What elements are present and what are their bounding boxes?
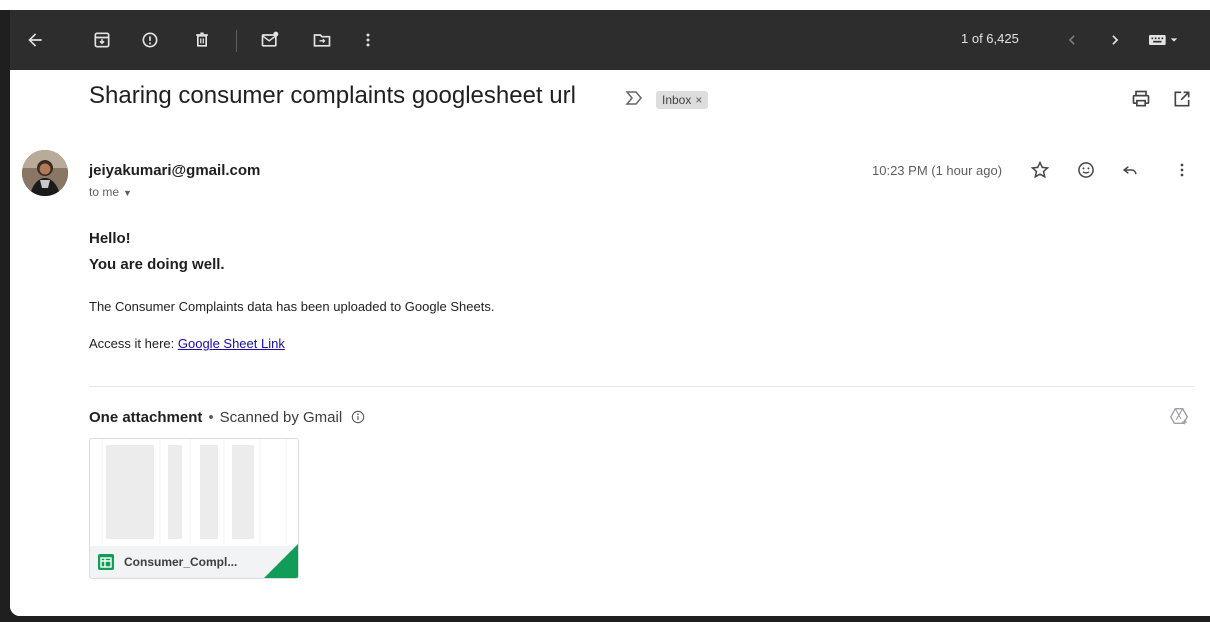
inbox-label-chip[interactable]: Inbox × (656, 91, 709, 109)
label-text: Inbox (662, 93, 692, 107)
access-prefix: Access it here: (89, 336, 178, 351)
delete-icon[interactable] (190, 28, 214, 52)
toolbar-divider (236, 30, 237, 52)
more-vert-icon[interactable] (356, 28, 380, 52)
scanned-label: Scanned by Gmail (219, 409, 343, 426)
caret-down-icon: ▼ (123, 188, 132, 198)
header-separator: • (208, 409, 214, 426)
message-counter: 1 of 6,425 (961, 31, 1019, 46)
body-greeting-line2: You are doing well. (89, 256, 225, 273)
to-me-label: to me (89, 185, 120, 199)
back-arrow-icon[interactable] (23, 28, 47, 52)
sender-email[interactable]: jeiyakumari@gmail.com (89, 162, 260, 179)
email-timestamp: 10:23 PM (1 hour ago) (872, 163, 1003, 178)
report-spam-icon[interactable] (138, 28, 162, 52)
print-icon[interactable] (1130, 88, 1152, 110)
attachments-header: One attachment • Scanned by Gmail (89, 409, 365, 428)
reply-icon[interactable] (1118, 158, 1142, 182)
body-greeting: Hello! (89, 230, 131, 247)
message-pane: Sharing consumer complaints googlesheet … (10, 70, 1210, 616)
message-toolbar: 1 of 6,425 (10, 10, 1210, 70)
sender-avatar[interactable] (22, 150, 68, 196)
google-sheets-icon (98, 554, 114, 570)
remove-label-icon[interactable]: × (695, 93, 702, 107)
move-to-icon[interactable] (310, 28, 334, 52)
star-icon[interactable] (1028, 158, 1052, 182)
body-access-line: Access it here: Google Sheet Link (89, 336, 285, 351)
newer-chevron-left-icon[interactable] (1060, 28, 1084, 52)
info-icon[interactable] (351, 410, 365, 428)
recipients-toggle[interactable]: to me ▼ (89, 185, 132, 199)
keyboard-icon[interactable] (1144, 28, 1184, 52)
add-to-drive-icon[interactable] (1168, 405, 1190, 427)
older-chevron-right-icon[interactable] (1103, 28, 1127, 52)
attachment-count: One attachment (89, 409, 203, 426)
frame-top-edge (0, 0, 1210, 10)
archive-icon[interactable] (90, 28, 114, 52)
body-paragraph: The Consumer Complaints data has been up… (89, 299, 495, 314)
spreadsheet-preview (90, 439, 298, 544)
attachment-file-name: Consumer_Compl... (124, 555, 238, 569)
mark-unread-icon[interactable] (258, 28, 282, 52)
more-options-icon[interactable] (1170, 158, 1194, 182)
google-sheet-link[interactable]: Google Sheet Link (178, 336, 285, 351)
open-in-new-window-icon[interactable] (1171, 88, 1193, 110)
attachment-thumbnail[interactable]: Consumer_Compl... (89, 438, 299, 579)
email-subject: Sharing consumer complaints googlesheet … (89, 82, 576, 109)
add-reaction-icon[interactable] (1074, 158, 1098, 182)
attachments-divider (89, 386, 1194, 387)
importance-marker-icon[interactable] (624, 88, 644, 113)
gmail-message-view: 1 of 6,425 Sharing consumer complaints g… (10, 10, 1210, 616)
sheets-corner-badge-icon (264, 544, 298, 578)
